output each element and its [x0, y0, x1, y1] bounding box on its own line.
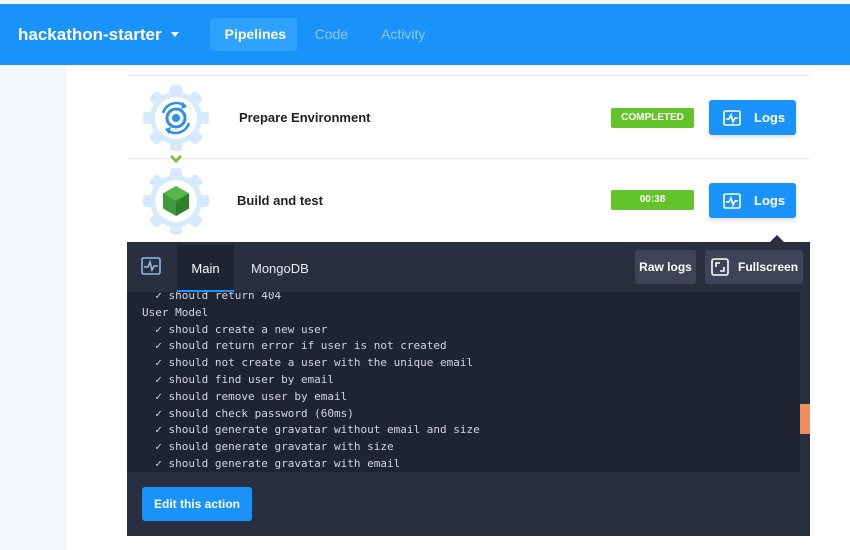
log-line: ✓ should generate gravatar with size: [142, 440, 394, 454]
tab-activity[interactable]: Activity: [366, 18, 440, 51]
log-line: ✓ should find user by email: [142, 372, 335, 386]
log-lines: ✓ should return 404 User Model ✓ should c…: [142, 292, 480, 472]
chevron-down-icon: [170, 155, 182, 163]
fullscreen-icon: [711, 258, 729, 276]
log-output[interactable]: ✓ should return 404 User Model ✓ should c…: [127, 292, 800, 472]
stage-title: Prepare Environment: [239, 110, 371, 125]
pulse-icon: [141, 257, 161, 275]
fullscreen-button[interactable]: Fullscreen: [705, 250, 803, 284]
log-line: User Model: [142, 305, 209, 319]
log-line: ✓ should check password (60ms): [142, 406, 354, 420]
log-line: ✓ should not create a user with the uniq…: [142, 356, 474, 370]
top-navigation-bar: hackathon-starter Pipelines Code Activit…: [0, 4, 850, 65]
sync-gear-icon: [143, 85, 209, 151]
log-line: ✓ should generate gravatar without email…: [142, 423, 480, 437]
log-line: ✓ should return 404: [142, 292, 282, 302]
logs-button[interactable]: Logs: [709, 100, 796, 135]
log-line: ✓ should remove user by email: [142, 389, 348, 403]
status-badge: COMPLETED: [611, 108, 694, 128]
raw-logs-button[interactable]: Raw logs: [635, 250, 696, 284]
nav-tabs: Pipelines Code Activity: [209, 18, 444, 51]
logs-button[interactable]: Logs: [709, 183, 796, 218]
stage-build-and-test: Build and test 00:38 Logs: [128, 158, 810, 242]
tab-mongodb[interactable]: MongoDB: [251, 245, 309, 292]
stage-prepare-environment: Prepare Environment COMPLETED Logs: [128, 75, 810, 159]
tab-pipelines[interactable]: Pipelines: [209, 18, 297, 51]
logs-button-label: Logs: [754, 110, 786, 125]
log-line: ✓ should create a new user: [142, 322, 328, 336]
scrollbar[interactable]: [800, 292, 810, 472]
log-line: ✓ should generate gravatar with email: [142, 456, 401, 470]
tab-main[interactable]: Main: [177, 245, 234, 292]
scroll-marker: [800, 404, 810, 434]
console-footer: Edit this action: [127, 472, 810, 536]
stage-title: Build and test: [237, 193, 323, 208]
caret-down-icon: [170, 32, 179, 37]
elapsed-time-badge: 00:38: [611, 190, 694, 210]
fullscreen-label: Fullscreen: [738, 260, 799, 274]
pulse-icon: [723, 109, 741, 126]
log-line: ✓ should return error if user is not cre…: [142, 339, 447, 353]
console-header: Main MongoDB Raw logs Fullscreen: [127, 242, 810, 292]
pulse-icon: [723, 192, 741, 209]
project-name: hackathon-starter: [18, 24, 162, 44]
console-pointer: [770, 235, 784, 242]
nodejs-hexagon-icon: [143, 168, 209, 234]
tab-code[interactable]: Code: [300, 18, 363, 51]
log-console: Main MongoDB Raw logs Fullscreen ✓ shoul…: [127, 242, 810, 536]
project-selector[interactable]: hackathon-starter: [18, 25, 179, 45]
logs-button-label: Logs: [754, 193, 786, 208]
edit-action-button[interactable]: Edit this action: [142, 487, 252, 521]
